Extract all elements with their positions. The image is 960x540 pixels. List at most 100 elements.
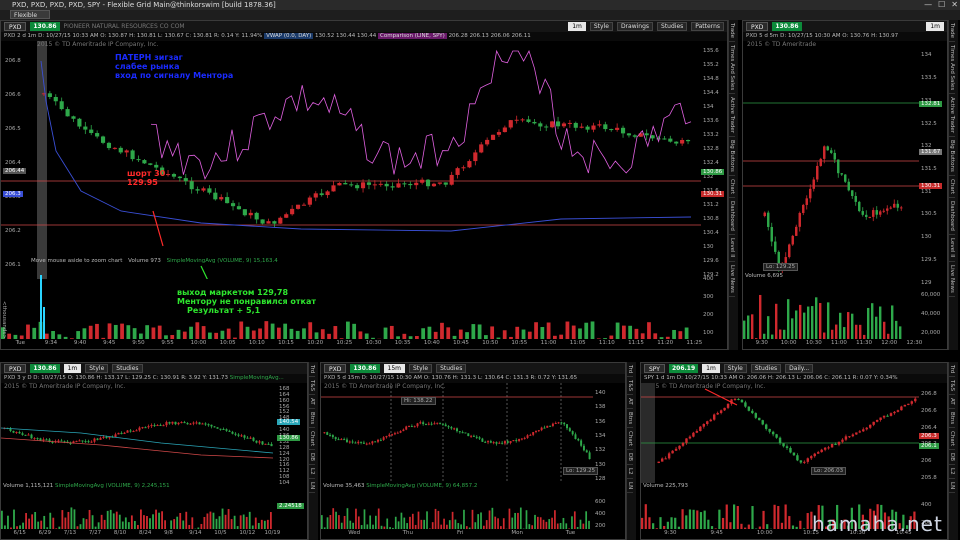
right-price-chart[interactable] [743, 41, 919, 291]
bm-candle [571, 431, 574, 435]
bl-side-tab[interactable]: Trd [309, 362, 315, 378]
right-side-tab[interactable]: Times And Sales [949, 42, 955, 95]
maximize-icon[interactable]: ☐ [938, 0, 945, 10]
bm-volume-bar [511, 517, 514, 529]
bl-studies-button[interactable]: Studies [112, 364, 143, 373]
bl-volume-bar [127, 522, 130, 529]
bm-side-tab[interactable]: DB [627, 450, 633, 466]
bm-volume-bar [434, 508, 437, 529]
br-candle [771, 431, 775, 435]
bm-candle [371, 441, 374, 444]
bl-candle [84, 441, 87, 443]
main-candle [520, 119, 525, 121]
main-side-tab[interactable]: Times And Sales [729, 42, 735, 95]
bl-volume-bar [7, 515, 9, 529]
main-side-tab[interactable]: Live News [729, 262, 735, 297]
patterns-button[interactable]: Patterns [691, 22, 724, 31]
main-time-label: 10:55 [511, 340, 528, 346]
bm-candle [512, 440, 515, 442]
bl-side-tab[interactable]: LN [309, 479, 315, 494]
bl-side-tab[interactable]: T&S [309, 377, 315, 396]
br-side-tab[interactable]: LN [949, 479, 955, 494]
bl-side-tab[interactable]: DB [309, 450, 315, 466]
right-volume-bar [895, 320, 898, 339]
main-price-chart[interactable] [1, 41, 701, 279]
br-symbol-selector[interactable]: SPY [644, 364, 665, 373]
bm-studies-button[interactable]: Studies [436, 364, 467, 373]
br-side-tab[interactable]: AT [949, 395, 955, 410]
main-candle [71, 116, 76, 119]
main-candle [236, 206, 242, 210]
main-volume-bar [389, 325, 394, 339]
main-side-tab[interactable]: Active Trader [729, 94, 735, 138]
right-side-tab[interactable]: Big Buttons [949, 137, 955, 177]
main-side-tab[interactable]: Trade [729, 20, 735, 43]
main-candle [154, 164, 159, 168]
style-button[interactable]: Style [589, 22, 613, 31]
br-candle [712, 414, 716, 420]
bl-side-tab[interactable]: AT [309, 395, 315, 410]
bm-candle [535, 431, 537, 433]
right-side-tab[interactable]: Chart [949, 176, 955, 199]
br-side-tab[interactable]: T&S [949, 377, 955, 396]
bm-symbol-selector[interactable]: PXD [324, 364, 347, 373]
studies-button[interactable]: Studies [657, 22, 688, 31]
bl-side-tab[interactable]: Chart [309, 428, 315, 451]
br-style-button[interactable]: Style [723, 364, 747, 373]
bm-style-button[interactable]: Style [409, 364, 433, 373]
br-side-tab[interactable]: Trd [949, 362, 955, 378]
bl-volume-bar [34, 511, 37, 529]
minimize-icon[interactable]: — [924, 0, 932, 10]
main-side-tab[interactable]: Big Buttons [729, 137, 735, 177]
br-daily-button[interactable]: Daily... [785, 364, 814, 373]
bm-side-tab[interactable]: T&S [627, 377, 633, 396]
right-timeframe-selector[interactable]: 1m [926, 22, 944, 31]
bl-candle [90, 441, 93, 443]
br-studies-button[interactable]: Studies [750, 364, 782, 373]
br-side-tab[interactable]: L2 [949, 465, 955, 480]
bm-side-tab[interactable]: L2 [627, 465, 633, 480]
drawings-button[interactable]: Drawings [616, 22, 654, 31]
grid-tab[interactable]: Flexible Grid [10, 10, 50, 28]
bl-symbol-selector[interactable]: PXD [4, 364, 27, 373]
right-side-tab[interactable]: Trade [949, 20, 955, 43]
main-candle [112, 147, 117, 149]
bm-volume-bar [423, 519, 426, 529]
bl-price-chart[interactable] [1, 383, 277, 483]
right-symbol-selector[interactable]: PXD [746, 22, 769, 31]
main-price-axis-label: 130 [703, 244, 714, 250]
right-side-tab[interactable]: Live News [949, 262, 955, 297]
br-price-chart[interactable] [641, 383, 919, 483]
br-timeframe-selector[interactable]: 1m [702, 364, 720, 373]
vwap-value-3: 130.44 [357, 33, 377, 39]
main-volume-bar [672, 329, 676, 339]
bm-side-tab[interactable]: Trd [627, 362, 633, 378]
bm-side-tab[interactable]: Btns [627, 409, 633, 429]
bm-volume-bar [542, 519, 545, 529]
bm-side-tab[interactable]: Chart [627, 428, 633, 451]
close-icon[interactable]: ✕ [951, 0, 958, 10]
bl-style-button[interactable]: Style [85, 364, 109, 373]
main-side-tab[interactable]: Dashboard [729, 198, 735, 236]
main-side-tab[interactable]: Level II [729, 235, 735, 262]
bm-volume-bar [491, 507, 494, 529]
bl-side-tab[interactable]: L2 [309, 465, 315, 480]
timeframe-selector[interactable]: 1m [568, 22, 586, 31]
bm-side-tab[interactable]: AT [627, 395, 633, 410]
bm-candle [351, 441, 354, 443]
br-side-tab[interactable]: Btns [949, 409, 955, 429]
bm-price-chart[interactable] [321, 383, 593, 483]
br-side-tab[interactable]: Chart [949, 428, 955, 451]
bm-timeframe-selector[interactable]: 15m [383, 364, 405, 373]
bl-timeframe-selector[interactable]: 1m [63, 364, 82, 373]
br-side-tab[interactable]: DB [949, 450, 955, 466]
main-side-tab[interactable]: Chart [729, 176, 735, 199]
symbol-selector[interactable]: PXD [4, 22, 27, 31]
right-side-tab[interactable]: Active Trader [949, 94, 955, 138]
bm-price-axis-label: 136 [595, 418, 606, 425]
bm-time-label: Tue [565, 530, 576, 536]
right-side-tab[interactable]: Dashboard [949, 198, 955, 236]
bm-side-tab[interactable]: LN [627, 479, 633, 494]
right-side-tab[interactable]: Level II [949, 235, 955, 262]
bl-side-tab[interactable]: Btns [309, 409, 315, 429]
